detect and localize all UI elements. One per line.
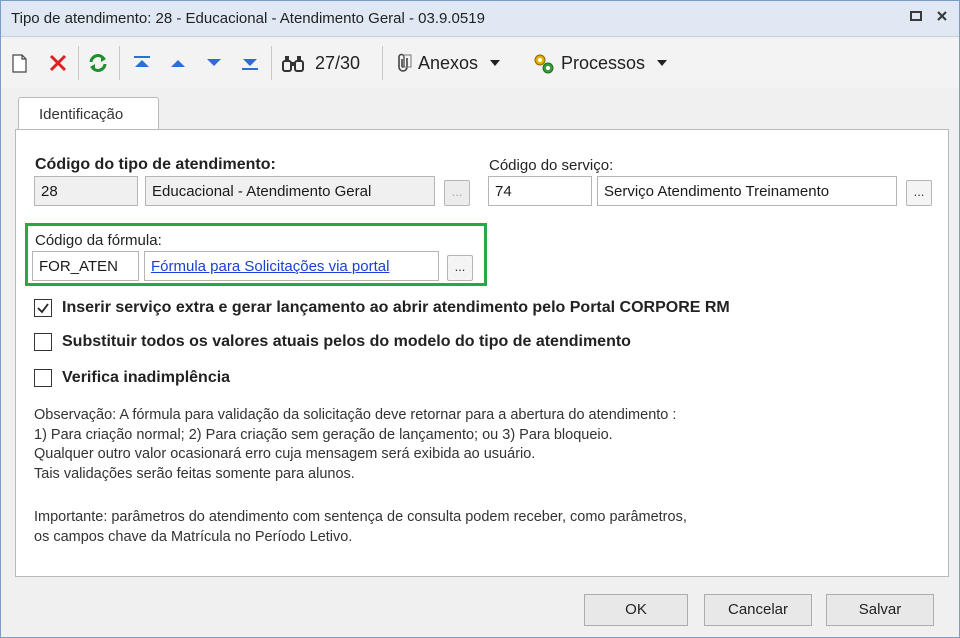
tipo-atendimento-lookup-button[interactable]: ... <box>444 180 470 206</box>
toolbar-separator <box>382 46 383 80</box>
formula-code-field[interactable]: FOR_ATEN <box>32 251 139 281</box>
checkbox-label: Inserir serviço extra e gerar lançamento… <box>62 299 730 316</box>
toolbar-separator <box>119 46 120 80</box>
checkbox-verifica-inadimplencia[interactable]: Verifica inadimplência <box>34 368 230 388</box>
checkbox-substituir-valores[interactable]: Substituir todos os valores atuais pelos… <box>34 332 631 352</box>
servico-label: Código do serviço: <box>489 157 614 174</box>
formula-label: Código da fórmula: <box>35 232 162 249</box>
cancel-button[interactable]: Cancelar <box>704 594 812 626</box>
servico-code-field[interactable]: 74 <box>488 176 592 206</box>
save-button[interactable]: Salvar <box>826 594 934 626</box>
chevron-down-icon <box>490 59 501 67</box>
close-icon[interactable] <box>933 9 951 27</box>
servico-desc-field: Serviço Atendimento Treinamento <box>597 176 897 206</box>
delete-icon[interactable] <box>47 50 69 76</box>
checkbox-label: Verifica inadimplência <box>62 369 231 386</box>
observation-text: Observação: A fórmula para validação da … <box>34 407 677 482</box>
dialog-window: Tipo de atendimento: 28 - Educacional - … <box>0 0 960 638</box>
refresh-icon[interactable] <box>87 50 109 76</box>
next-record-icon[interactable] <box>203 50 225 76</box>
tipo-atendimento-code-field[interactable]: 28 <box>34 176 138 206</box>
last-record-icon[interactable] <box>239 50 261 76</box>
important-text: Importante: parâmetros do atendimento co… <box>34 509 687 545</box>
first-record-icon[interactable] <box>131 50 153 76</box>
checkbox-box[interactable] <box>34 369 52 387</box>
checkmark-icon <box>37 303 49 314</box>
processes-label: Processos <box>561 52 646 73</box>
servico-lookup-button[interactable]: ... <box>906 180 932 206</box>
processes-menu[interactable]: Processos <box>531 50 668 76</box>
binoculars-icon[interactable] <box>281 50 305 76</box>
toolbar: 27/30 Anexos Processos <box>1 38 959 88</box>
ok-button[interactable]: OK <box>584 594 688 626</box>
tab-identificacao[interactable]: Identificação <box>18 97 159 130</box>
checkbox-inserir-servico[interactable]: Inserir serviço extra e gerar lançamento… <box>34 298 730 318</box>
toolbar-separator <box>78 46 79 80</box>
tipo-atendimento-label: Código do tipo de atendimento: <box>35 156 276 173</box>
formula-lookup-button[interactable]: ... <box>447 255 473 281</box>
gear-icon <box>531 51 555 75</box>
previous-record-icon[interactable] <box>167 50 189 76</box>
checkbox-box[interactable] <box>34 299 52 317</box>
formula-desc-field[interactable]: Fórmula para Solicitações via portal <box>144 251 439 281</box>
formula-desc-link[interactable]: Fórmula para Solicitações via portal <box>151 258 389 275</box>
title-bar: Tipo de atendimento: 28 - Educacional - … <box>1 1 959 37</box>
tab-label: Identificação <box>39 106 124 123</box>
checkbox-label: Substituir todos os valores atuais pelos… <box>62 333 631 350</box>
paperclip-icon <box>395 52 413 74</box>
window-title: Tipo de atendimento: 28 - Educacional - … <box>11 10 485 27</box>
toolbar-separator <box>271 46 272 80</box>
attachments-menu[interactable]: Anexos <box>395 50 501 76</box>
tipo-atendimento-desc-field: Educacional - Atendimento Geral <box>145 176 435 206</box>
maximize-icon[interactable] <box>907 9 925 27</box>
chevron-down-icon <box>657 59 668 67</box>
record-counter: 27/30 <box>315 52 361 73</box>
attachments-label: Anexos <box>418 52 479 73</box>
new-document-icon[interactable] <box>11 50 29 76</box>
checkbox-box[interactable] <box>34 333 52 351</box>
